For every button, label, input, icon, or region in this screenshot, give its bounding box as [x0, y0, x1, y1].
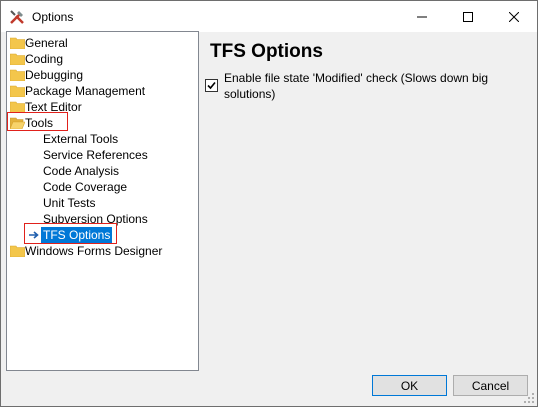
folder-open-icon — [10, 117, 25, 129]
folder-icon — [10, 85, 25, 97]
tree-item-label: Code Analysis — [43, 164, 120, 178]
folder-icon — [10, 69, 25, 81]
maximize-icon — [463, 11, 473, 22]
folder-icon — [10, 101, 25, 113]
tree-item-label: Text Editor — [25, 100, 82, 114]
tree-item-label: Windows Forms Designer — [25, 244, 163, 258]
tree-item-code-analysis[interactable]: Code Analysis — [43, 163, 119, 179]
tree-item-label: General — [25, 36, 68, 50]
close-icon — [509, 11, 519, 22]
tree-item-label: Code Coverage — [43, 180, 128, 194]
panel-title: TFS Options — [210, 41, 323, 62]
tree-item-label: Tools — [25, 116, 54, 130]
minimize-button[interactable] — [399, 1, 445, 32]
ok-button[interactable]: OK — [372, 375, 447, 396]
options-dialog: Options General Coding Debugging Package… — [0, 0, 538, 407]
tree-item-label: Coding — [25, 52, 64, 66]
tree-item-unit-tests[interactable]: Unit Tests — [43, 195, 95, 211]
folder-icon — [10, 245, 25, 257]
tree-item-code-coverage[interactable]: Code Coverage — [43, 179, 127, 195]
tree-item-label: Package Management — [25, 84, 146, 98]
options-tree[interactable]: General Coding Debugging Package Managem… — [6, 31, 199, 371]
tree-item-service-references[interactable]: Service References — [43, 147, 148, 163]
tree-item-subversion-options[interactable]: Subversion Options — [43, 211, 148, 227]
tree-item-label: Subversion Options — [43, 212, 148, 226]
folder-icon — [10, 53, 25, 65]
minimize-icon — [417, 16, 427, 17]
tree-item-label: Debugging — [25, 68, 84, 82]
tools-icon — [10, 10, 24, 24]
folder-icon — [10, 37, 25, 49]
tree-item-external-tools[interactable]: External Tools — [43, 131, 118, 147]
tree-item-label: Unit Tests — [43, 196, 96, 210]
window-title: Options — [32, 10, 74, 24]
maximize-button[interactable] — [445, 1, 491, 32]
cancel-button[interactable]: Cancel — [453, 375, 528, 396]
tree-item-label: TFS Options — [41, 227, 113, 243]
title-bar[interactable]: Options — [1, 1, 537, 32]
tree-item-label: Service References — [43, 148, 148, 162]
resize-grip-icon[interactable] — [523, 392, 535, 404]
close-button[interactable] — [491, 1, 537, 32]
tree-item-label: External Tools — [43, 132, 119, 146]
checkbox-label[interactable]: Enable file state 'Modified' check (Slow… — [224, 70, 514, 102]
right-arrow-icon — [29, 231, 39, 239]
modified-check-checkbox[interactable] — [205, 79, 218, 92]
checkmark-icon — [207, 81, 216, 90]
